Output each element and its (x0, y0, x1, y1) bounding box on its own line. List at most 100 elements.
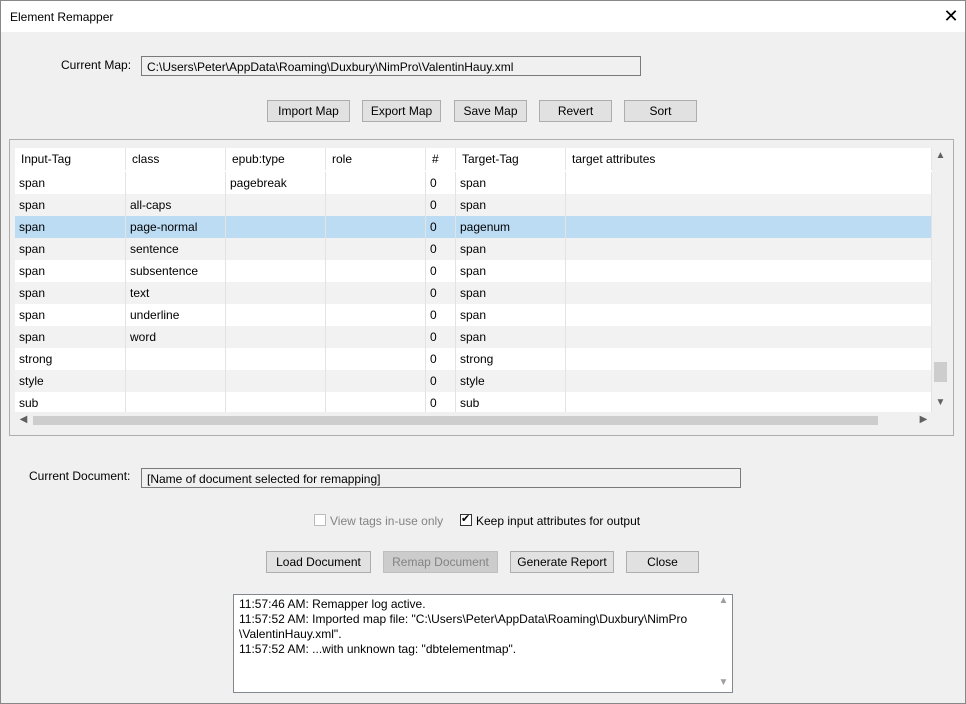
table-cell[interactable]: page-normal (126, 216, 226, 238)
table-cell[interactable]: sentence (126, 238, 226, 260)
table-cell[interactable] (226, 348, 326, 370)
table-cell[interactable] (566, 304, 932, 326)
column-header[interactable]: class (126, 148, 226, 170)
table-cell[interactable]: 0 (426, 194, 456, 216)
table-cell[interactable]: span (15, 260, 126, 282)
table-cell[interactable]: word (126, 326, 226, 348)
table-cell[interactable] (126, 348, 226, 370)
table-cell[interactable]: span (15, 326, 126, 348)
table-cell[interactable]: sub (15, 392, 126, 412)
close-button[interactable]: Close (626, 551, 699, 573)
load-document-button[interactable]: Load Document (266, 551, 371, 573)
table-cell[interactable]: span (456, 326, 566, 348)
table-cell[interactable]: span (15, 194, 126, 216)
table-cell[interactable] (566, 216, 932, 238)
sort-button[interactable]: Sort (624, 100, 697, 122)
table-row[interactable]: span pagebreak 0 span (15, 172, 932, 194)
close-icon[interactable]: ✕ (939, 5, 963, 27)
table-cell[interactable] (566, 370, 932, 392)
table-cell[interactable]: span (15, 172, 126, 194)
table-cell[interactable] (326, 282, 426, 304)
table-cell[interactable]: all-caps (126, 194, 226, 216)
table-cell[interactable]: 0 (426, 172, 456, 194)
table-cell[interactable]: strong (15, 348, 126, 370)
table-cell[interactable] (326, 238, 426, 260)
table-cell[interactable]: span (456, 304, 566, 326)
table-row[interactable]: style 0 style (15, 370, 932, 392)
table-cell[interactable] (226, 370, 326, 392)
chevron-right-icon[interactable]: ▶ (915, 414, 932, 425)
table-cell[interactable]: 0 (426, 216, 456, 238)
current-map-field[interactable]: C:\Users\Peter\AppData\Roaming\Duxbury\N… (141, 56, 641, 76)
table-cell[interactable]: 0 (426, 326, 456, 348)
table-cell[interactable]: underline (126, 304, 226, 326)
table-cell[interactable]: 0 (426, 304, 456, 326)
table-row[interactable]: span text 0 span (15, 282, 932, 304)
table-cell[interactable] (566, 238, 932, 260)
keep-attributes-checkbox[interactable]: ✔ (460, 513, 472, 526)
horizontal-scroll-thumb[interactable] (33, 416, 878, 425)
table-cell[interactable]: span (456, 260, 566, 282)
chevron-down-icon[interactable]: ▼ (715, 677, 732, 688)
table-cell[interactable]: span (15, 304, 126, 326)
table-cell[interactable]: style (456, 370, 566, 392)
table-row[interactable]: span subsentence 0 span (15, 260, 932, 282)
table-cell[interactable] (226, 216, 326, 238)
chevron-down-icon[interactable]: ▼ (932, 397, 949, 408)
table-cell[interactable]: style (15, 370, 126, 392)
column-header[interactable]: target attributes (566, 148, 932, 170)
horizontal-scrollbar[interactable]: ◀ ▶ (15, 412, 932, 429)
table-cell[interactable] (326, 304, 426, 326)
table-cell[interactable]: 0 (426, 238, 456, 260)
table-cell[interactable]: span (15, 282, 126, 304)
column-header[interactable]: epub:type (226, 148, 326, 170)
table-cell[interactable] (326, 172, 426, 194)
import-map-button[interactable]: Import Map (267, 100, 350, 122)
column-header[interactable]: # (426, 148, 456, 170)
table-cell[interactable] (226, 326, 326, 348)
column-header[interactable]: role (326, 148, 426, 170)
table-row[interactable]: span page-normal 0 pagenum (15, 216, 932, 238)
chevron-left-icon[interactable]: ◀ (15, 414, 32, 425)
vertical-scrollbar[interactable]: ▲ ▼ (932, 148, 949, 412)
current-document-field[interactable]: [Name of document selected for remapping… (141, 468, 741, 488)
table-row[interactable]: strong 0 strong (15, 348, 932, 370)
table-cell[interactable] (126, 370, 226, 392)
table-row[interactable]: span sentence 0 span (15, 238, 932, 260)
table-cell[interactable]: 0 (426, 370, 456, 392)
table-cell[interactable] (226, 282, 326, 304)
table-cell[interactable] (566, 282, 932, 304)
vertical-scroll-thumb[interactable] (934, 362, 947, 382)
table-cell[interactable] (566, 260, 932, 282)
table-row[interactable]: span word 0 span (15, 326, 932, 348)
table-cell[interactable] (326, 348, 426, 370)
table-cell[interactable]: 0 (426, 392, 456, 412)
table-cell[interactable] (326, 326, 426, 348)
table-cell[interactable]: strong (456, 348, 566, 370)
element-map-grid[interactable]: Input-Tag class epub:type role # Target-Tag ta… (15, 148, 932, 412)
table-cell[interactable]: span (456, 172, 566, 194)
table-cell[interactable]: pagebreak (226, 172, 326, 194)
chevron-up-icon[interactable]: ▲ (932, 150, 949, 161)
export-map-button[interactable]: Export Map (362, 100, 441, 122)
column-header[interactable]: Input-Tag (15, 148, 126, 170)
table-cell[interactable] (566, 392, 932, 412)
column-header[interactable]: Target-Tag (456, 148, 566, 170)
table-cell[interactable] (226, 304, 326, 326)
chevron-up-icon[interactable]: ▲ (715, 595, 732, 606)
generate-report-button[interactable]: Generate Report (510, 551, 614, 573)
table-row[interactable]: span all-caps 0 span (15, 194, 932, 216)
table-cell[interactable] (226, 238, 326, 260)
table-cell[interactable] (566, 172, 932, 194)
table-cell[interactable] (326, 370, 426, 392)
table-cell[interactable] (326, 392, 426, 412)
table-cell[interactable] (566, 326, 932, 348)
table-cell[interactable] (326, 260, 426, 282)
table-cell[interactable] (326, 194, 426, 216)
table-row[interactable]: sub 0 sub (15, 392, 932, 412)
table-cell[interactable]: span (456, 194, 566, 216)
table-cell[interactable]: subsentence (126, 260, 226, 282)
table-cell[interactable] (326, 216, 426, 238)
table-cell[interactable] (226, 392, 326, 412)
log-textarea[interactable]: ▲ ▼ 11:57:46 AM: Remapper log active. 11:… (233, 594, 733, 693)
